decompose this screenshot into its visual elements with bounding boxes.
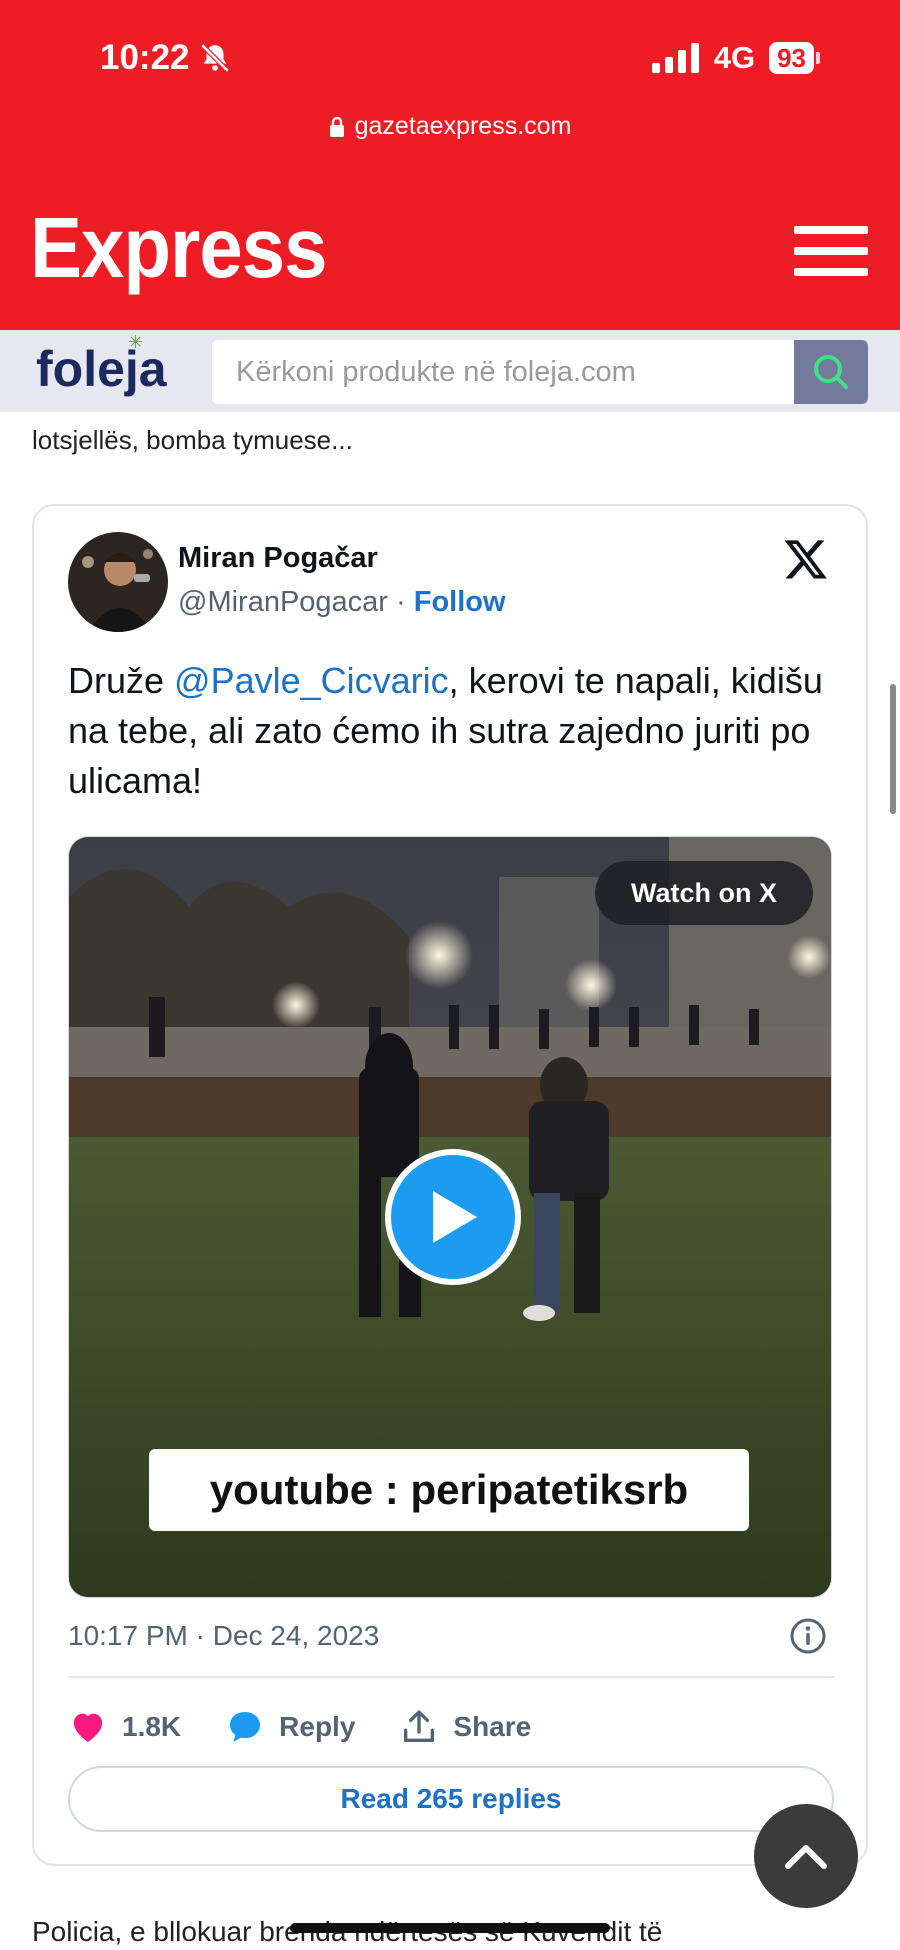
read-replies-button[interactable]: Read 265 replies [68, 1766, 834, 1832]
network-type: 4G [713, 40, 756, 75]
menu-line [794, 247, 868, 255]
url-text: gazetaexpress.com [354, 112, 572, 140]
hamburger-icon[interactable] [794, 226, 868, 284]
reply-button[interactable]: Reply [225, 1707, 355, 1747]
tweet-divider [68, 1676, 834, 1678]
scroll-to-top-button[interactable] [754, 1804, 858, 1908]
share-icon [404, 1710, 435, 1742]
status-time-text: 10:22 [100, 38, 190, 77]
reply-bubble-icon [230, 1712, 261, 1742]
status-time: 10:22 [100, 38, 232, 78]
tweet-text: Druže @Pavle_Cicvaric, kerovi te napali,… [68, 656, 838, 806]
menu-line [794, 268, 868, 276]
play-icon [433, 1191, 477, 1243]
signal-icon [651, 43, 699, 73]
follow-button[interactable]: Follow [414, 586, 506, 618]
video-caption: youtube : peripatetiksrb [149, 1449, 749, 1531]
battery-level: 93 [769, 42, 814, 74]
foleja-logo[interactable]: foleja [36, 340, 167, 398]
share-button[interactable]: Share [399, 1707, 531, 1747]
browser-url-bar[interactable]: gazetaexpress.com [0, 112, 900, 141]
tweet-video[interactable]: Watch on X youtube : peripatetiksrb [68, 836, 832, 1598]
page: 10:22 4G 93 gazetaexpress.com Express fo… [0, 0, 900, 1950]
x-logo-icon[interactable] [782, 536, 830, 582]
like-count: 1.8K [122, 1711, 182, 1742]
tweet-handle[interactable]: @MiranPogacar [178, 586, 388, 618]
foleja-search-button[interactable] [794, 340, 868, 404]
bell-muted-icon [200, 43, 230, 73]
info-icon[interactable] [788, 1616, 828, 1656]
like-button[interactable]: 1.8K [68, 1707, 181, 1747]
reply-label: Reply [279, 1711, 356, 1742]
embedded-tweet: Miran Pogačar @MiranPogacar · Follow Dru… [32, 504, 868, 1866]
tweet-text-prefix: Druže [68, 660, 175, 701]
tweet-author-name[interactable]: Miran Pogačar [178, 542, 378, 575]
search-icon [814, 355, 848, 389]
page-scrollbar[interactable] [890, 684, 896, 814]
foleja-search-input[interactable] [212, 340, 794, 404]
site-logo[interactable]: Express [30, 198, 328, 298]
tweet-timestamp[interactable]: 10:17 PM · Dec 24, 2023 [68, 1620, 379, 1652]
avatar-image [68, 532, 168, 632]
handle-separator: · [387, 586, 414, 618]
site-header: 10:22 4G 93 gazetaexpress.com Express [0, 0, 900, 330]
play-button[interactable] [385, 1149, 521, 1285]
foleja-spark-icon: ✳ [128, 332, 144, 352]
article-text-top: lotsjellës, bomba tymuese... [32, 425, 353, 455]
menu-line [794, 226, 868, 234]
chevron-up-icon [785, 1845, 827, 1869]
tweet-handle-line: @MiranPogacar · Follow [178, 586, 506, 619]
foleja-search [212, 340, 868, 404]
home-indicator[interactable] [290, 1923, 610, 1933]
watch-on-x-button[interactable]: Watch on X [595, 861, 813, 925]
foleja-ad-bar: foleja ✳ [0, 330, 900, 412]
status-indicators: 4G 93 [651, 40, 820, 76]
lock-icon [329, 116, 344, 137]
tweet-mention-link[interactable]: @Pavle_Cicvaric [174, 660, 449, 701]
share-label: Share [453, 1711, 532, 1742]
battery-indicator: 93 [769, 42, 820, 74]
heart-icon [73, 1713, 103, 1742]
tweet-actions: 1.8K Reply Share [68, 1696, 575, 1758]
battery-tip [816, 52, 820, 64]
avatar[interactable] [68, 532, 168, 632]
